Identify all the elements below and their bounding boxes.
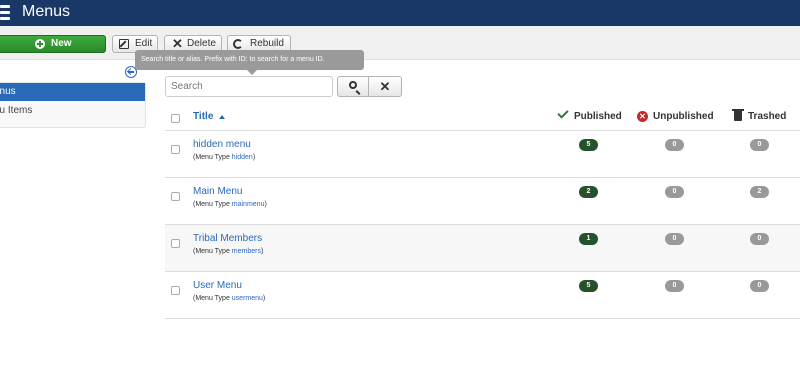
menu-icon[interactable] <box>0 5 10 20</box>
row-checkbox[interactable] <box>171 286 180 295</box>
trash-icon <box>732 109 744 121</box>
sidebar: enus nu Items <box>0 82 146 128</box>
sidebar-item-label: nu Items <box>0 105 33 116</box>
unpublished-column-header: Unpublished <box>653 111 714 122</box>
edit-icon <box>119 39 129 49</box>
refresh-icon <box>233 39 243 49</box>
clear-search-button[interactable]: ✕ <box>368 76 402 97</box>
menu-type-text: (Menu Type usermenu) <box>193 295 266 302</box>
trashed-count-badge[interactable]: 2 <box>750 186 769 198</box>
menu-type-link[interactable]: usermenu <box>232 295 263 302</box>
plus-circle-icon <box>35 39 45 49</box>
search-input[interactable] <box>165 76 333 97</box>
menu-type-text: (Menu Type mainmenu) <box>193 201 267 208</box>
row-checkbox[interactable] <box>171 239 180 248</box>
published-count-badge[interactable]: 5 <box>579 280 598 292</box>
search-tooltip: Search title or alias. Prefix with ID: t… <box>135 50 364 75</box>
sort-ascending-icon <box>219 115 225 119</box>
table-row: Main Menu (Menu Type mainmenu) 2 0 2 <box>165 178 800 225</box>
menu-type-text: (Menu Type members) <box>193 248 264 255</box>
title-column-header[interactable]: Title <box>193 111 213 123</box>
trashed-count-badge[interactable]: 0 <box>750 139 769 151</box>
new-button[interactable]: New <box>0 35 106 53</box>
search-icon <box>349 81 357 89</box>
top-header: Menus <box>0 0 800 26</box>
table-row: Tribal Members (Menu Type members) 1 0 0 <box>165 225 800 272</box>
menu-title-link[interactable]: User Menu <box>193 279 242 292</box>
published-column-header: Published <box>574 111 622 122</box>
table-row: User Menu (Menu Type usermenu) 5 0 0 <box>165 272 800 319</box>
close-icon: ✕ <box>172 36 183 51</box>
unpublished-icon: ✕ <box>637 111 648 122</box>
trashed-column-header: Trashed <box>748 111 787 122</box>
unpublished-count-badge[interactable]: 0 <box>665 233 684 245</box>
check-icon <box>557 107 569 119</box>
search-button[interactable] <box>337 76 369 97</box>
menu-type-link[interactable]: members <box>232 248 261 255</box>
trashed-count-badge[interactable]: 0 <box>750 280 769 292</box>
sidebar-item-menus[interactable]: enus <box>0 83 145 101</box>
table-header: Title Published ✕ Unpublished Trashed <box>165 106 800 131</box>
menu-title-link[interactable]: Main Menu <box>193 185 242 198</box>
toolbar: New Edit ✕ Delete Rebuild <box>0 26 800 60</box>
page-title: Menus <box>22 3 71 20</box>
row-checkbox[interactable] <box>171 145 180 154</box>
close-icon: ✕ <box>379 79 391 94</box>
trashed-count-badge[interactable]: 0 <box>750 233 769 245</box>
unpublished-count-badge[interactable]: 0 <box>665 186 684 198</box>
published-count-badge[interactable]: 2 <box>579 186 598 198</box>
row-checkbox[interactable] <box>171 192 180 201</box>
unpublished-count-badge[interactable]: 0 <box>665 280 684 292</box>
published-count-badge[interactable]: 5 <box>579 139 598 151</box>
select-all-checkbox[interactable] <box>171 114 180 123</box>
table-row: hidden menu (Menu Type hidden) 5 0 0 <box>165 131 800 178</box>
published-count-badge[interactable]: 1 <box>579 233 598 245</box>
menu-type-text: (Menu Type hidden) <box>193 154 256 161</box>
menu-title-link[interactable]: hidden menu <box>193 138 251 151</box>
menu-type-link[interactable]: mainmenu <box>232 201 265 208</box>
menu-type-link[interactable]: hidden <box>232 154 253 161</box>
new-button-label: New <box>51 38 72 49</box>
sidebar-item-menu-items[interactable]: nu Items <box>0 102 145 120</box>
menu-title-link[interactable]: Tribal Members <box>193 232 262 245</box>
sidebar-item-label: enus <box>0 86 16 97</box>
unpublished-count-badge[interactable]: 0 <box>665 139 684 151</box>
